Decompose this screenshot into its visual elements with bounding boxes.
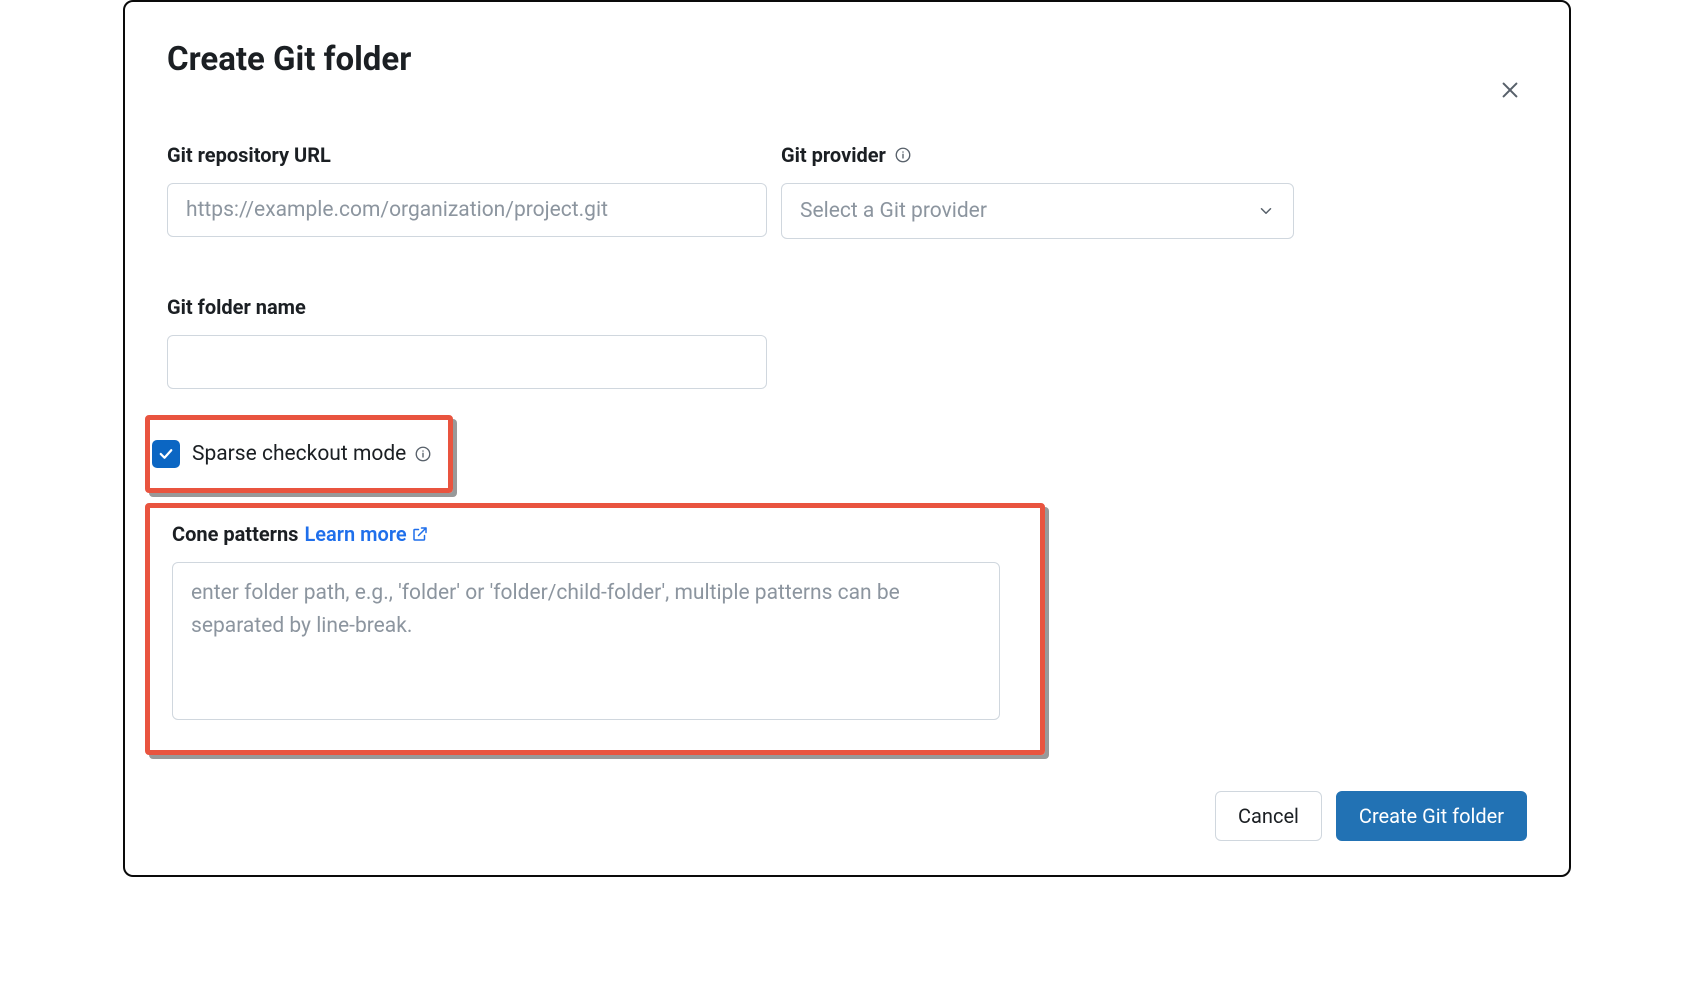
repo-url-field: Git repository URL: [167, 143, 767, 239]
check-icon: [157, 445, 175, 463]
cone-patterns-highlight: Cone patterns Learn more: [145, 503, 1045, 755]
create-button[interactable]: Create Git folder: [1336, 791, 1527, 841]
repo-url-label: Git repository URL: [167, 143, 767, 167]
git-provider-select[interactable]: Select a Git provider: [781, 183, 1294, 239]
page-title: Create Git folder: [167, 40, 411, 79]
info-icon: [414, 445, 432, 463]
sparse-checkout-label-wrap: Sparse checkout mode: [192, 442, 432, 466]
cone-patterns-label: Cone patterns: [172, 522, 298, 546]
sparse-checkout-highlight: Sparse checkout mode: [145, 415, 453, 493]
sparse-checkout-label: Sparse checkout mode: [192, 442, 406, 466]
close-icon: [1499, 79, 1521, 101]
cone-patterns-textarea[interactable]: [172, 562, 1000, 720]
title-row: Create Git folder: [167, 40, 1527, 143]
learn-more-text: Learn more: [304, 522, 406, 546]
external-link-icon: [411, 525, 429, 543]
cancel-button[interactable]: Cancel: [1215, 791, 1322, 841]
folder-name-row: Git folder name: [167, 295, 1527, 389]
folder-name-field: Git folder name: [167, 295, 767, 389]
git-provider-placeholder: Select a Git provider: [800, 199, 987, 223]
cone-patterns-label-row: Cone patterns Learn more: [172, 522, 1000, 546]
repo-and-provider-row: Git repository URL Git provider Select a…: [167, 143, 1527, 239]
learn-more-link[interactable]: Learn more: [304, 522, 428, 546]
git-provider-label-text: Git provider: [781, 143, 886, 167]
folder-name-input[interactable]: [167, 335, 767, 389]
folder-name-label: Git folder name: [167, 295, 767, 319]
info-icon: [894, 146, 912, 164]
create-git-folder-dialog: Create Git folder Git repository URL Git…: [123, 0, 1571, 877]
git-provider-label: Git provider: [781, 143, 1294, 167]
git-provider-field: Git provider Select a Git provider: [781, 143, 1294, 239]
repo-url-input[interactable]: [167, 183, 767, 237]
chevron-down-icon: [1257, 202, 1275, 220]
close-button[interactable]: [1493, 73, 1527, 111]
sparse-checkout-checkbox[interactable]: [152, 440, 180, 468]
dialog-footer: Cancel Create Git folder: [167, 791, 1527, 841]
